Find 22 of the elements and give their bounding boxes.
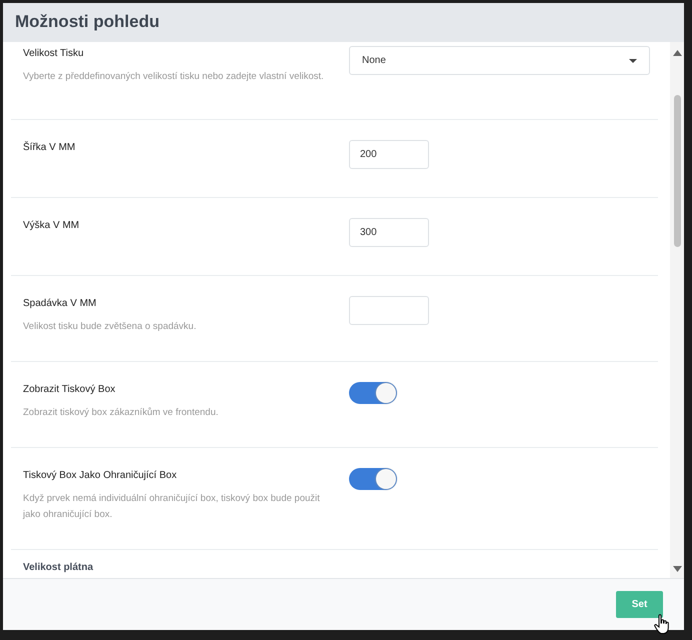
scroll-up-icon[interactable]	[672, 50, 682, 56]
field-description: Když prvek nemá individuální ohraničující box, tiskový box bude použit jako ohraničující box.	[23, 492, 321, 522]
input-field[interactable]	[349, 296, 429, 325]
caret-icon	[629, 58, 637, 62]
scrollbar-thumb[interactable]	[674, 95, 680, 247]
toggle-switch[interactable]	[349, 468, 397, 490]
field-label: Spadávka V MM	[23, 297, 98, 311]
field-description: Velikost tisku bude zvětšena o spadávku.	[23, 320, 198, 334]
section-heading: Velikost plátna	[22, 560, 94, 575]
scroll-down-icon[interactable]	[672, 566, 682, 572]
dialog-title: Možnosti pohledu	[15, 12, 160, 33]
field-label: Zobrazit Tiskový Box	[23, 383, 116, 398]
field-label: Tiskový Box Jako Ohraničující Box	[23, 469, 178, 484]
input-field[interactable]: 200	[349, 140, 429, 169]
field-description: Zobrazit tiskový box zákazníkům ve frontendu.	[23, 406, 220, 420]
toggle-switch[interactable]	[349, 382, 397, 404]
field-label: Výška V MM	[23, 219, 80, 233]
field-label: Šířka V MM	[23, 140, 76, 155]
field-description: Vyberte z předdefinovaných velikostí tisku nebo zadejte vlastní velikost.	[23, 70, 325, 84]
input-field[interactable]: 300	[349, 218, 429, 247]
field-label: Velikost Tisku	[23, 47, 85, 61]
size-select[interactable]: None	[349, 46, 650, 75]
